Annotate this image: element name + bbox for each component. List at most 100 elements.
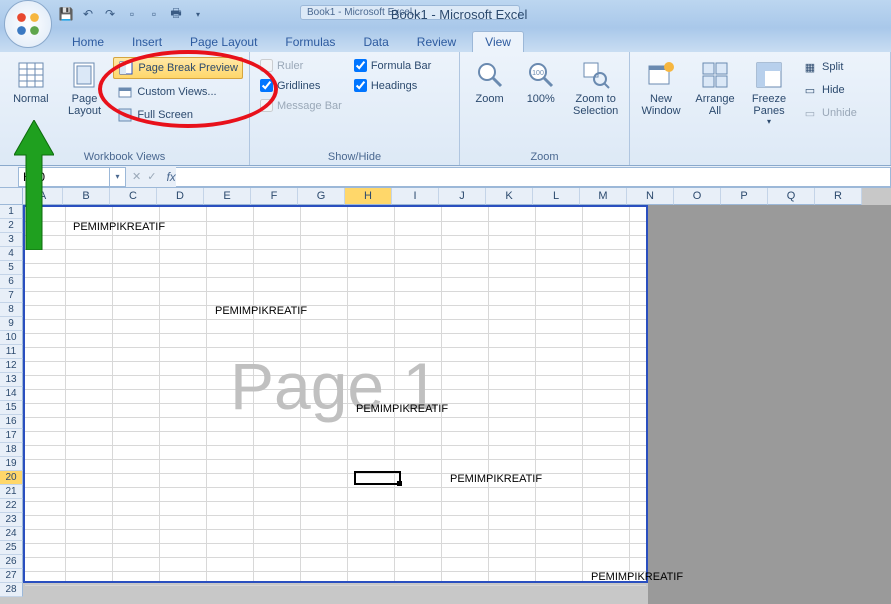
normal-label: Normal bbox=[13, 93, 48, 105]
col-header-i[interactable]: I bbox=[392, 188, 439, 205]
formula-input[interactable] bbox=[176, 167, 891, 187]
formula-bar-checkbox[interactable]: Formula Bar bbox=[350, 57, 436, 74]
namebox-dropdown-icon[interactable]: ▾ bbox=[109, 168, 125, 186]
fx-icon[interactable]: fx bbox=[166, 170, 175, 184]
col-header-r[interactable]: R bbox=[815, 188, 862, 205]
row-header-8[interactable]: 8 bbox=[0, 303, 23, 317]
print-icon[interactable]: 🖶 bbox=[168, 6, 184, 22]
tab-view[interactable]: View bbox=[472, 31, 524, 52]
col-header-g[interactable]: G bbox=[298, 188, 345, 205]
col-header-l[interactable]: L bbox=[533, 188, 580, 205]
select-all-corner[interactable] bbox=[0, 188, 23, 205]
tab-review[interactable]: Review bbox=[405, 32, 468, 52]
headings-checkbox[interactable]: Headings bbox=[350, 77, 436, 94]
tab-home[interactable]: Home bbox=[60, 32, 116, 52]
page-layout-button[interactable]: Page Layout bbox=[60, 55, 110, 119]
split-button[interactable]: ▦Split bbox=[798, 57, 861, 77]
tab-insert[interactable]: Insert bbox=[120, 32, 174, 52]
col-header-a[interactable]: A bbox=[23, 188, 63, 205]
row-header-1[interactable]: 1 bbox=[0, 205, 23, 219]
col-header-p[interactable]: P bbox=[721, 188, 768, 205]
full-screen-button[interactable]: Full Screen bbox=[113, 105, 243, 125]
row-header-21[interactable]: 21 bbox=[0, 485, 23, 499]
page-break-preview-button[interactable]: Page Break Preview bbox=[113, 57, 243, 79]
col-header-j[interactable]: J bbox=[439, 188, 486, 205]
row-header-3[interactable]: 3 bbox=[0, 233, 23, 247]
gridlines-checkbox[interactable]: Gridlines bbox=[256, 77, 346, 94]
new-window-icon bbox=[645, 59, 677, 91]
ribbon-tabs: Home Insert Page Layout Formulas Data Re… bbox=[0, 28, 891, 52]
row-header-19[interactable]: 19 bbox=[0, 457, 23, 471]
spreadsheet[interactable]: ABCDEFGHIJKLMNOPQR 123456789101112131415… bbox=[0, 188, 891, 604]
col-header-c[interactable]: C bbox=[110, 188, 157, 205]
row-header-13[interactable]: 13 bbox=[0, 373, 23, 387]
row-header-24[interactable]: 24 bbox=[0, 527, 23, 541]
row-header-11[interactable]: 11 bbox=[0, 345, 23, 359]
zoom-button[interactable]: Zoom bbox=[466, 55, 513, 107]
unhide-button[interactable]: ▭Unhide bbox=[798, 103, 861, 123]
col-header-n[interactable]: N bbox=[627, 188, 674, 205]
col-header-h[interactable]: H bbox=[345, 188, 392, 205]
redo-icon[interactable]: ↷ bbox=[102, 6, 118, 22]
active-cell[interactable] bbox=[354, 471, 401, 485]
col-header-d[interactable]: D bbox=[157, 188, 204, 205]
qat-icon[interactable]: ▫ bbox=[146, 6, 162, 22]
row-header-28[interactable]: 28 bbox=[0, 583, 23, 597]
row-header-4[interactable]: 4 bbox=[0, 247, 23, 261]
hide-icon: ▭ bbox=[802, 82, 818, 98]
row-header-16[interactable]: 16 bbox=[0, 415, 23, 429]
name-box[interactable]: H20 ▾ bbox=[18, 167, 126, 187]
freeze-panes-button[interactable]: Freeze Panes ▾ bbox=[744, 55, 794, 128]
col-header-e[interactable]: E bbox=[204, 188, 251, 205]
row-header-9[interactable]: 9 bbox=[0, 317, 23, 331]
hide-button[interactable]: ▭Hide bbox=[798, 80, 861, 100]
row-header-5[interactable]: 5 bbox=[0, 261, 23, 275]
ribbon: Normal Page Layout Page Break Preview Cu… bbox=[0, 52, 891, 166]
tab-data[interactable]: Data bbox=[351, 32, 400, 52]
office-button[interactable] bbox=[4, 0, 52, 48]
col-header-b[interactable]: B bbox=[63, 188, 110, 205]
normal-view-button[interactable]: Normal bbox=[6, 55, 56, 107]
full-screen-label: Full Screen bbox=[137, 109, 193, 121]
qat-dropdown-icon[interactable]: ▾ bbox=[190, 6, 206, 22]
col-header-k[interactable]: K bbox=[486, 188, 533, 205]
row-header-14[interactable]: 14 bbox=[0, 387, 23, 401]
zoom-100-button[interactable]: 100 100% bbox=[517, 55, 564, 107]
row-header-18[interactable]: 18 bbox=[0, 443, 23, 457]
col-header-q[interactable]: Q bbox=[768, 188, 815, 205]
row-header-15[interactable]: 15 bbox=[0, 401, 23, 415]
col-header-m[interactable]: M bbox=[580, 188, 627, 205]
new-window-button[interactable]: New Window bbox=[636, 55, 686, 119]
zoom-100-icon: 100 bbox=[525, 59, 557, 91]
row-header-2[interactable]: 2 bbox=[0, 219, 23, 233]
col-header-o[interactable]: O bbox=[674, 188, 721, 205]
custom-views-label: Custom Views... bbox=[137, 86, 216, 98]
zoom-selection-button[interactable]: Zoom to Selection bbox=[568, 55, 623, 119]
cell-e8: PEMIMPIKREATIF bbox=[215, 305, 307, 317]
workbook-views-label: Workbook Views bbox=[6, 149, 243, 165]
row-header-25[interactable]: 25 bbox=[0, 541, 23, 555]
row-headers: 1234567891011121314151617181920212223242… bbox=[0, 205, 23, 597]
row-header-20[interactable]: 20 bbox=[0, 471, 23, 485]
row-header-17[interactable]: 17 bbox=[0, 429, 23, 443]
row-header-27[interactable]: 27 bbox=[0, 569, 23, 583]
row-header-6[interactable]: 6 bbox=[0, 275, 23, 289]
qat-icon[interactable]: ▫ bbox=[124, 6, 140, 22]
tab-formulas[interactable]: Formulas bbox=[273, 32, 347, 52]
cell-m27: PEMIMPIKREATIF bbox=[591, 571, 683, 583]
row-header-26[interactable]: 26 bbox=[0, 555, 23, 569]
save-icon[interactable]: 💾 bbox=[58, 6, 74, 22]
page-layout-label: Page Layout bbox=[68, 93, 101, 117]
arrange-all-button[interactable]: Arrange All bbox=[690, 55, 740, 119]
formula-bar: H20 ▾ ✕ ✓ fx bbox=[0, 166, 891, 188]
row-header-7[interactable]: 7 bbox=[0, 289, 23, 303]
row-header-10[interactable]: 10 bbox=[0, 331, 23, 345]
custom-views-button[interactable]: Custom Views... bbox=[113, 82, 243, 102]
col-header-f[interactable]: F bbox=[251, 188, 298, 205]
tab-page-layout[interactable]: Page Layout bbox=[178, 32, 269, 52]
undo-icon[interactable]: ↶ bbox=[80, 6, 96, 22]
row-header-23[interactable]: 23 bbox=[0, 513, 23, 527]
row-header-12[interactable]: 12 bbox=[0, 359, 23, 373]
group-zoom: Zoom 100 100% Zoom to Selection Zoom bbox=[460, 52, 630, 165]
row-header-22[interactable]: 22 bbox=[0, 499, 23, 513]
